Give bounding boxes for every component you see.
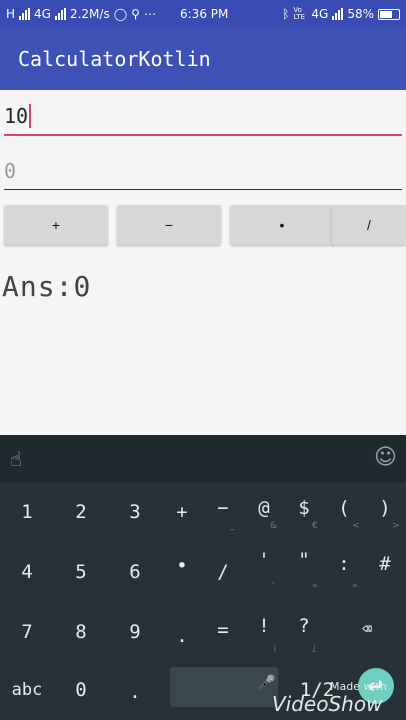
battery-percent: 58% — [347, 7, 374, 21]
divide-button[interactable]: / — [332, 205, 406, 245]
key-1[interactable]: 1 — [0, 487, 54, 537]
whatsapp-icon: ◯ — [113, 7, 128, 21]
multiply-button[interactable]: • — [230, 205, 334, 245]
answer-separator: : — [55, 270, 74, 303]
network-type: 4G — [34, 7, 51, 21]
net-speed: 2.2M/s — [69, 7, 110, 21]
key-2[interactable]: 2 — [54, 487, 108, 537]
answer-display: Ans:0 — [2, 270, 91, 303]
key-6[interactable]: 6 — [108, 547, 162, 597]
key-apostrophe-sub: ‘ — [272, 581, 275, 591]
add-button[interactable]: + — [4, 205, 108, 245]
key-7[interactable]: 7 — [0, 607, 54, 657]
answer-label: Ans — [2, 270, 56, 303]
key-close-paren-sub: > — [392, 521, 400, 531]
keyboard: ☝ ☺ 1 2 3 + − _ @ & $ € ( < ) > 4 5 6 • … — [0, 435, 406, 720]
signal-icon-3 — [332, 8, 344, 20]
keyboard-toolbar: ☝ ☺ — [0, 435, 406, 483]
signal-icon-2 — [54, 8, 66, 20]
backspace-icon[interactable]: ⌫ — [340, 603, 394, 653]
key-colon-sub: » — [352, 581, 358, 591]
first-number-input[interactable]: 10 — [4, 96, 402, 136]
second-number-placeholder: 0 — [4, 159, 17, 183]
key-9[interactable]: 9 — [108, 607, 162, 657]
key-question[interactable]: ? — [277, 601, 331, 651]
text-cursor — [29, 104, 32, 128]
key-3[interactable]: 3 — [108, 487, 162, 537]
status-bar: H 4G 2.2M/s ◯ ⚲ ⋯ 6:36 PM ᛒ Vo LTE 4G 58… — [0, 0, 406, 28]
volte-label: Vo LTE — [293, 6, 306, 21]
battery-icon — [378, 8, 400, 20]
key-at-sub: & — [270, 521, 278, 531]
key-0[interactable]: 0 — [54, 665, 108, 715]
more-icon: ⋯ — [143, 7, 156, 21]
first-number-value: 10 — [4, 104, 29, 128]
swipe-icon[interactable]: ☝ — [10, 447, 22, 471]
key-hash[interactable]: # — [358, 539, 406, 589]
key-minus-sub: _ — [230, 521, 235, 531]
usb-icon: ⚲ — [131, 7, 140, 21]
answer-value: 0 — [73, 270, 92, 303]
key-dot[interactable]: . — [108, 667, 162, 717]
app-title: CalculatorKotlin — [18, 47, 211, 71]
app-bar: CalculatorKotlin — [0, 28, 406, 90]
mic-icon[interactable]: 🎤 — [258, 675, 275, 691]
key-abc[interactable]: abc — [0, 665, 54, 715]
key-question-sub: ¿ — [312, 643, 317, 653]
network-type-2: 4G — [311, 7, 329, 21]
key-5[interactable]: 5 — [54, 547, 108, 597]
signal-icon — [19, 8, 31, 20]
clock: 6:36 PM — [180, 7, 229, 21]
watermark-brand: VideoShow — [272, 692, 383, 716]
key-8[interactable]: 8 — [54, 607, 108, 657]
emoji-icon[interactable]: ☺ — [374, 445, 397, 470]
network-label: H — [6, 7, 16, 21]
key-4[interactable]: 4 — [0, 547, 54, 597]
second-number-input[interactable]: 0 — [4, 150, 402, 190]
bluetooth-icon: ᛒ — [282, 7, 290, 21]
subtract-button[interactable]: − — [117, 205, 221, 245]
